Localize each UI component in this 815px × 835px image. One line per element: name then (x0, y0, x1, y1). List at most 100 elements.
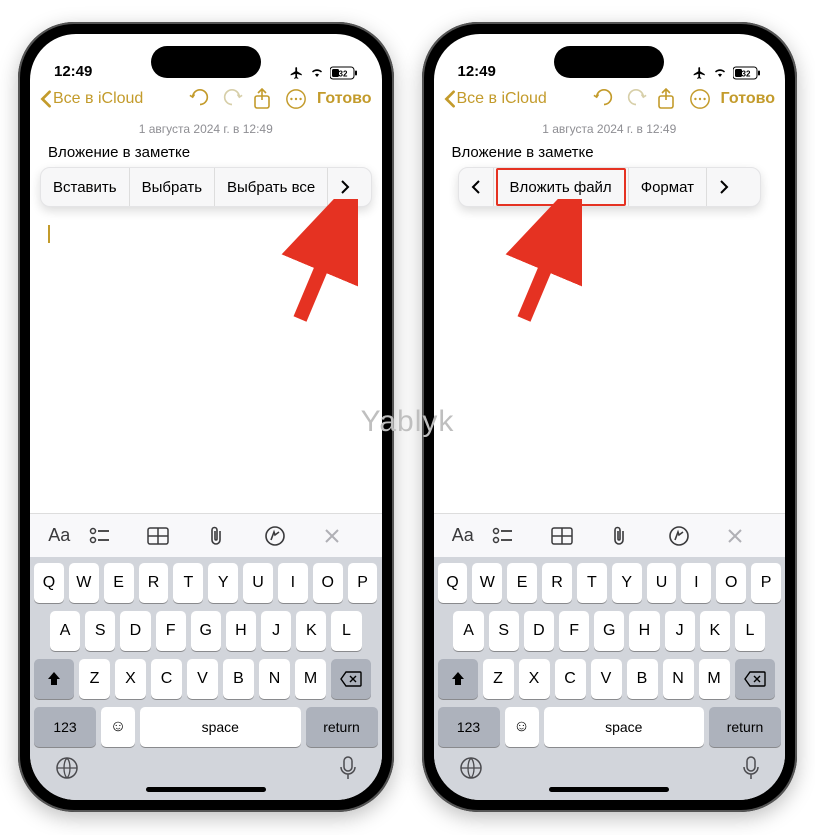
key-b[interactable]: B (223, 659, 254, 699)
checklist-button[interactable] (492, 527, 551, 545)
numeric-key[interactable]: 123 (438, 707, 500, 747)
key-r[interactable]: R (139, 563, 169, 603)
key-s[interactable]: S (489, 611, 519, 651)
markup-button[interactable] (264, 525, 323, 547)
key-k[interactable]: K (700, 611, 730, 651)
key-h[interactable]: H (226, 611, 256, 651)
shift-key[interactable] (34, 659, 74, 699)
numeric-key[interactable]: 123 (34, 707, 96, 747)
key-g[interactable]: G (594, 611, 624, 651)
menu-next-arrow[interactable] (707, 168, 741, 206)
key-f[interactable]: F (559, 611, 589, 651)
key-p[interactable]: P (348, 563, 378, 603)
backspace-key[interactable] (735, 659, 775, 699)
key-x[interactable]: X (115, 659, 146, 699)
key-c[interactable]: C (151, 659, 182, 699)
key-w[interactable]: W (472, 563, 502, 603)
menu-paste[interactable]: Вставить (41, 168, 129, 206)
key-z[interactable]: Z (483, 659, 514, 699)
key-z[interactable]: Z (79, 659, 110, 699)
key-a[interactable]: A (50, 611, 80, 651)
key-v[interactable]: V (187, 659, 218, 699)
mic-icon[interactable] (338, 755, 358, 781)
key-d[interactable]: D (120, 611, 150, 651)
space-key[interactable]: space (140, 707, 301, 747)
key-k[interactable]: K (296, 611, 326, 651)
attach-button[interactable] (206, 525, 265, 547)
phone-frame-left: 12:49 32 Все в iCloud (18, 22, 394, 812)
return-key[interactable]: return (306, 707, 378, 747)
key-u[interactable]: U (647, 563, 677, 603)
close-kb-toolbar[interactable] (726, 527, 785, 545)
format-aa-button[interactable]: Aa (30, 525, 89, 546)
key-o[interactable]: O (313, 563, 343, 603)
key-n[interactable]: N (259, 659, 290, 699)
globe-icon[interactable] (458, 755, 484, 781)
key-t[interactable]: T (577, 563, 607, 603)
close-kb-toolbar[interactable] (323, 527, 382, 545)
key-y[interactable]: Y (612, 563, 642, 603)
emoji-key[interactable]: ☺ (505, 707, 539, 747)
key-q[interactable]: Q (34, 563, 64, 603)
note-title-text[interactable]: Вложение в заметке (30, 144, 382, 161)
return-key[interactable]: return (709, 707, 781, 747)
menu-format[interactable]: Формат (629, 168, 706, 206)
key-i[interactable]: I (278, 563, 308, 603)
key-y[interactable]: Y (208, 563, 238, 603)
back-button[interactable]: Все в iCloud (444, 90, 547, 108)
key-l[interactable]: L (331, 611, 361, 651)
table-button[interactable] (147, 527, 206, 545)
undo-button[interactable] (189, 88, 215, 110)
checklist-button[interactable] (89, 527, 148, 545)
key-w[interactable]: W (69, 563, 99, 603)
shift-key[interactable] (438, 659, 478, 699)
share-button[interactable] (657, 88, 683, 110)
key-g[interactable]: G (191, 611, 221, 651)
key-m[interactable]: M (295, 659, 326, 699)
key-o[interactable]: O (716, 563, 746, 603)
note-body[interactable] (434, 207, 786, 513)
key-n[interactable]: N (663, 659, 694, 699)
markup-button[interactable] (668, 525, 727, 547)
mic-icon[interactable] (741, 755, 761, 781)
note-title-text[interactable]: Вложение в заметке (434, 144, 786, 161)
format-aa-button[interactable]: Aa (434, 525, 493, 546)
key-d[interactable]: D (524, 611, 554, 651)
note-body[interactable] (30, 207, 382, 513)
key-t[interactable]: T (173, 563, 203, 603)
key-b[interactable]: B (627, 659, 658, 699)
share-button[interactable] (253, 88, 279, 110)
key-p[interactable]: P (751, 563, 781, 603)
key-v[interactable]: V (591, 659, 622, 699)
undo-button[interactable] (593, 88, 619, 110)
key-f[interactable]: F (156, 611, 186, 651)
key-c[interactable]: C (555, 659, 586, 699)
key-x[interactable]: X (519, 659, 550, 699)
key-e[interactable]: E (507, 563, 537, 603)
menu-prev-arrow[interactable] (459, 168, 493, 206)
key-q[interactable]: Q (438, 563, 468, 603)
done-button[interactable]: Готово (721, 90, 775, 108)
more-button[interactable] (285, 88, 311, 110)
more-button[interactable] (689, 88, 715, 110)
key-a[interactable]: A (453, 611, 483, 651)
key-r[interactable]: R (542, 563, 572, 603)
emoji-key[interactable]: ☺ (101, 707, 135, 747)
back-button[interactable]: Все в iCloud (40, 90, 143, 108)
space-key[interactable]: space (544, 707, 705, 747)
key-l[interactable]: L (735, 611, 765, 651)
table-button[interactable] (551, 527, 610, 545)
done-button[interactable]: Готово (317, 90, 371, 108)
key-j[interactable]: J (261, 611, 291, 651)
key-s[interactable]: S (85, 611, 115, 651)
globe-icon[interactable] (54, 755, 80, 781)
key-i[interactable]: I (681, 563, 711, 603)
key-m[interactable]: M (699, 659, 730, 699)
key-h[interactable]: H (629, 611, 659, 651)
menu-select[interactable]: Выбрать (130, 168, 214, 206)
backspace-key[interactable] (331, 659, 371, 699)
key-e[interactable]: E (104, 563, 134, 603)
key-u[interactable]: U (243, 563, 273, 603)
key-j[interactable]: J (665, 611, 695, 651)
attach-button[interactable] (609, 525, 668, 547)
